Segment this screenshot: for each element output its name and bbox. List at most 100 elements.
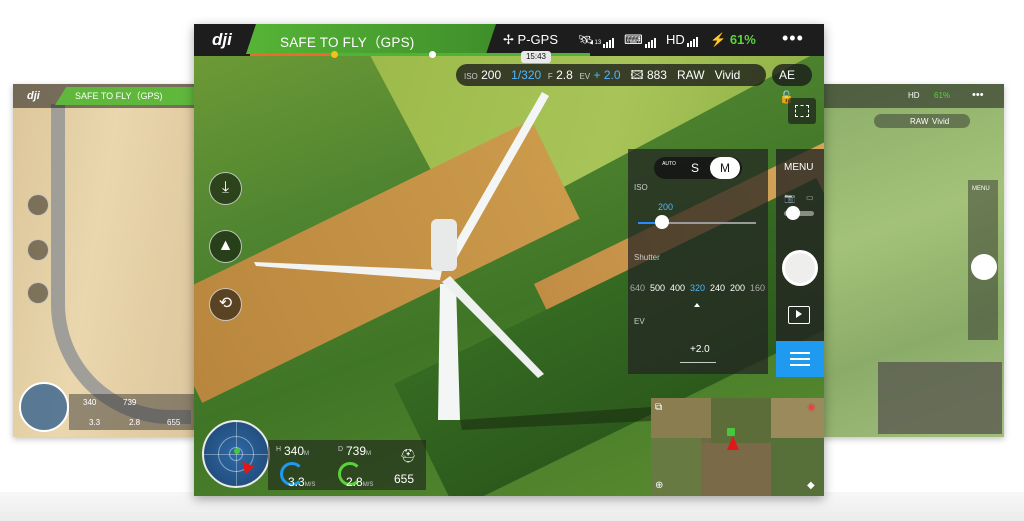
left-preview-radar (19, 382, 69, 432)
battery-percentage: 61% (729, 32, 756, 47)
shutter-option[interactable]: 400 (670, 283, 685, 293)
photo-mode-icon: 📷 (784, 193, 796, 203)
drone-icon: ✢ (503, 32, 514, 47)
video-mode-icon: ▭ (806, 193, 814, 202)
iso-slider-value: 200 (658, 202, 674, 212)
left-preview-height: 340 (83, 398, 97, 407)
gps-signal-bars (603, 33, 615, 48)
main-camera-view[interactable]: dji SAFE TO FLY（GPS) ✢ P-GPS 15:43 🛰13 ⌨… (194, 24, 824, 496)
mode-m[interactable]: M (710, 157, 740, 179)
home-return-marker (429, 51, 436, 58)
right-preview-battery: 61% (934, 91, 951, 100)
shots-remaining: 883 (646, 68, 667, 82)
settings-sliders-icon (790, 352, 810, 354)
aperture-value: 2.8 (556, 68, 573, 82)
mode-auto[interactable]: AUTO (658, 160, 680, 182)
gps-indicator[interactable]: 🛰13 (578, 32, 615, 48)
vertical-speed-readout: 2.8M/S (346, 475, 374, 489)
shutter-button[interactable] (782, 250, 818, 286)
flight-mode-indicator[interactable]: ✢ P-GPS (503, 32, 558, 48)
flight-status-flag[interactable]: SAFE TO FLY（GPS) (246, 24, 496, 54)
turbine-tower (438, 284, 460, 420)
ae-lock-button[interactable]: AE 🔓 (772, 64, 812, 104)
map-aircraft-icon (727, 436, 739, 450)
hd-label: HD (666, 32, 685, 47)
right-preview-color: Vivid (932, 117, 950, 126)
left-preview-hs: 3.3 (89, 418, 101, 427)
focus-frame-icon (795, 105, 809, 117)
camera-settings-button[interactable] (776, 341, 824, 377)
low-battery-marker (331, 51, 338, 58)
focus-frame-button[interactable] (788, 98, 816, 124)
right-preview-more-icon: ••• (972, 89, 984, 101)
left-preview-mode-icon (27, 282, 49, 304)
shutter-option[interactable]: 200 (730, 283, 745, 293)
shutter-option[interactable]: 240 (710, 283, 725, 293)
attitude-radar[interactable] (202, 420, 270, 488)
shutter-pointer (694, 303, 700, 307)
left-preview-distance: 739 (123, 398, 137, 407)
remote-signal-indicator[interactable]: ⌨ (624, 32, 657, 48)
shutter-option[interactable]: 160 (750, 283, 765, 293)
turbine-nacelle (431, 219, 457, 271)
camera-settings-panel: AUTO S M ISO 200 Shutter 640 500 400 320… (628, 149, 768, 374)
mode-s[interactable]: S (684, 157, 706, 179)
return-home-button[interactable]: ⟲ (209, 288, 242, 321)
floor-reflection (0, 492, 1024, 521)
camera-menu-button[interactable]: MENU (784, 162, 813, 173)
minimap[interactable]: ⧉ ◉ ⊕ ◆ (651, 398, 824, 496)
right-preview-hd: HD (908, 91, 920, 100)
ev-slider-value: +2.0 (690, 344, 710, 355)
camera-control-column: MENU 📷 ▭ (776, 149, 824, 377)
flight-time: 15:43 (521, 51, 551, 63)
iso-slider-knob[interactable] (655, 215, 669, 229)
left-preview-screen: dji SAFE TO FLY（GPS) 340 739 3.3 2.8 655 (13, 84, 195, 437)
battery-time-readout: 655 (394, 472, 415, 486)
distance-readout: 739M (346, 444, 372, 458)
right-preview-map (878, 362, 1002, 434)
photo-video-toggle-knob[interactable] (786, 206, 800, 220)
shutter-section-label: Shutter (634, 253, 660, 262)
shutter-option[interactable]: 500 (650, 283, 665, 293)
turbine-blade-up (443, 92, 549, 270)
right-preview-format: RAW (910, 117, 929, 126)
safe-to-fly-label: SAFE TO FLY（GPS) (280, 35, 415, 50)
left-preview-safe-flag: SAFE TO FLY（GPS) (55, 87, 195, 105)
top-status-bar: dji SAFE TO FLY（GPS) ✢ P-GPS 15:43 🛰13 ⌨… (194, 24, 824, 63)
right-preview-screen: HD 61% ••• RAW Vivid MENU (822, 84, 1004, 437)
battery-time-icon: ⛑ (400, 448, 417, 463)
left-preview-navigate-icon (27, 239, 49, 261)
right-preview-menu: MENU (972, 186, 990, 192)
left-preview-logo: dji (27, 90, 40, 102)
play-icon (796, 310, 802, 318)
file-format: RAW (676, 68, 705, 82)
map-clear-icon[interactable]: ◆ (807, 480, 815, 491)
home-point-icon (234, 448, 240, 454)
return-home-icon: ⟲ (218, 295, 233, 312)
takeoff-icon: ⤓ (221, 179, 230, 196)
image-icon: 🖾 (630, 68, 644, 82)
battery-indicator[interactable]: ⚡ 61% (710, 32, 756, 48)
playback-button[interactable] (788, 306, 810, 324)
more-menu-icon[interactable]: ••• (782, 28, 804, 49)
intelligent-flight-button[interactable]: ▲ (209, 230, 242, 263)
exposure-mode-switch: AUTO S M (654, 157, 742, 179)
hd-signal-bars (686, 32, 699, 47)
left-preview-battery-time: 655 (167, 418, 181, 427)
navigation-arrow-icon: ▲ (217, 237, 234, 254)
dji-logo: dji (212, 30, 232, 49)
iso-section-label: ISO (634, 183, 648, 192)
map-zoom-icon[interactable]: ⊕ (655, 480, 663, 491)
takeoff-button[interactable]: ⤓ (209, 172, 242, 205)
exposure-info-bar[interactable]: ISO 200 1/320 F 2.8 EV + 2.0 🖾 883 RAW V… (456, 64, 766, 86)
remote-controller-icon: ⌨ (624, 32, 643, 47)
ev-section-label: EV (634, 317, 645, 326)
ev-scale[interactable] (680, 357, 716, 363)
shutter-option-selected[interactable]: 320 (690, 283, 705, 293)
map-compass-icon[interactable]: ◉ (807, 402, 816, 413)
battery-icon: ⚡ (710, 32, 727, 47)
ev-value: + 2.0 (593, 68, 621, 82)
map-expand-icon[interactable]: ⧉ (655, 402, 662, 413)
hd-signal-indicator[interactable]: HD (666, 32, 699, 47)
shutter-option[interactable]: 640 (630, 283, 645, 293)
